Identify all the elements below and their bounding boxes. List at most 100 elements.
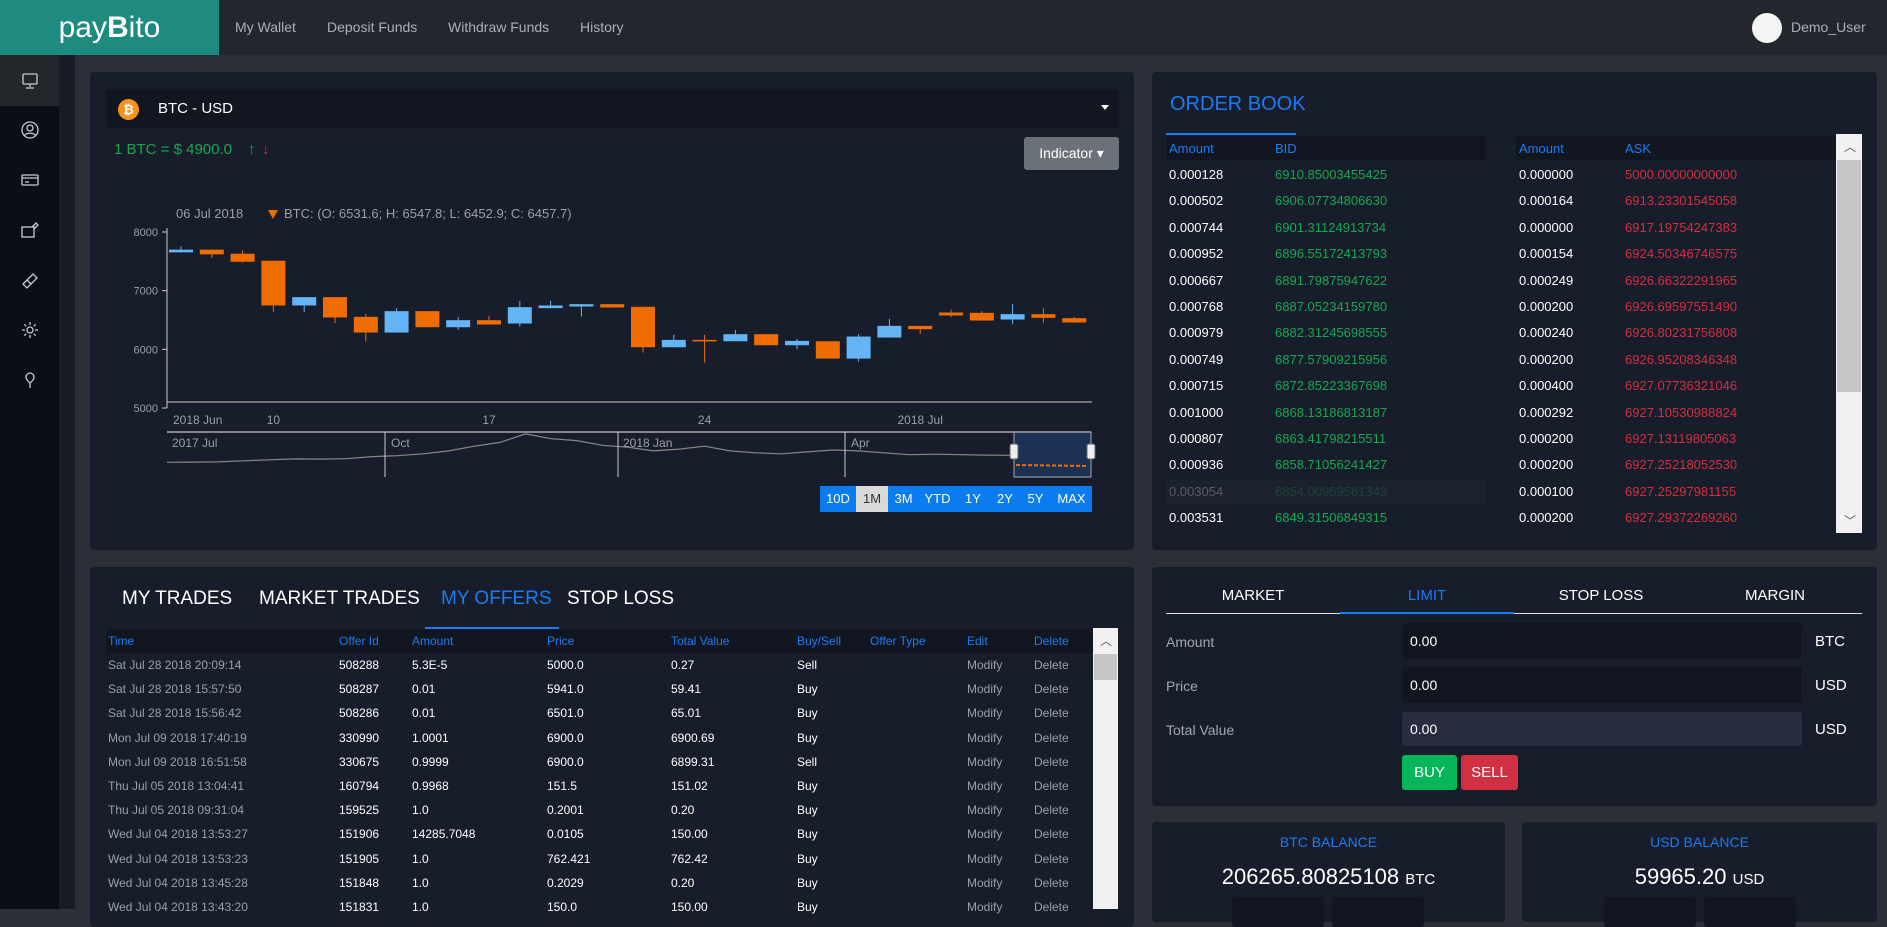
usd-withdraw-button[interactable] [1704,897,1796,927]
bid-price[interactable]: 6858.71056241427 [1275,457,1387,472]
bid-price[interactable]: 6849.31506849315 [1275,510,1387,525]
ask-price[interactable]: 6927.07736321046 [1625,378,1737,393]
bid-price[interactable]: 6877.57909215956 [1275,352,1387,367]
ask-amount[interactable]: 0.000240 [1519,325,1573,340]
range-button-5y[interactable]: 5Y [1020,486,1051,512]
navigator-handle[interactable] [1086,443,1096,460]
ask-amount[interactable]: 0.000400 [1519,378,1573,393]
tab-my-trades[interactable]: MY TRADES [122,588,232,610]
tab-my-offers[interactable]: MY OFFERS [441,588,552,610]
bid-price[interactable]: 6872.85223367698 [1275,378,1387,393]
range-button-2y[interactable]: 2Y [990,486,1020,512]
bid-amount[interactable]: 0.000667 [1169,273,1223,288]
navigator-handle[interactable] [1009,443,1019,460]
ask-price[interactable]: 5000.00000000000 [1625,167,1737,182]
ask-amount[interactable]: 0.000000 [1519,220,1573,235]
sell-button[interactable]: SELL [1461,755,1518,790]
price-input[interactable] [1402,667,1802,703]
bid-amount[interactable]: 0.000807 [1169,431,1223,446]
bid-price[interactable]: 6854.00959561343 [1275,484,1387,499]
ask-price[interactable]: 6927.13119805063 [1625,431,1736,446]
bid-amount[interactable]: 0.003531 [1169,510,1223,525]
ask-price[interactable]: 6924.50346746575 [1625,246,1737,261]
modify-link[interactable]: Modify [967,803,1002,817]
offers-scrollbar[interactable]: ︿ [1093,628,1118,909]
ask-amount[interactable]: 0.000200 [1519,431,1573,446]
bid-amount[interactable]: 0.000936 [1169,457,1223,472]
bid-amount[interactable]: 0.000502 [1169,193,1223,208]
bid-amount[interactable]: 0.000715 [1169,378,1223,393]
tab-margin[interactable]: MARGIN [1688,587,1862,604]
modify-link[interactable]: Modify [967,876,1002,890]
ask-price[interactable]: 6913.23301545058 [1625,193,1737,208]
ask-amount[interactable]: 0.000200 [1519,352,1573,367]
usd-deposit-button[interactable] [1604,897,1696,927]
bid-price[interactable]: 6901.31124913734 [1275,220,1386,235]
delete-link[interactable]: Delete [1034,755,1069,769]
range-button-ytd[interactable]: YTD [919,486,956,512]
btc-withdraw-button[interactable] [1332,897,1424,927]
modify-link[interactable]: Modify [967,658,1002,672]
ask-price[interactable]: 6917.19754247383 [1625,220,1737,235]
bid-amount[interactable]: 0.000128 [1169,167,1223,182]
amount-input[interactable] [1402,623,1802,659]
bid-price[interactable]: 6882.31245698555 [1275,325,1387,340]
modify-link[interactable]: Modify [967,827,1002,841]
range-button-1m[interactable]: 1M [856,486,888,512]
tab-limit[interactable]: LIMIT [1340,587,1514,604]
bid-price[interactable]: 6906.07734806630 [1275,193,1387,208]
scrollbar-thumb[interactable] [1094,654,1117,680]
delete-link[interactable]: Delete [1034,682,1069,696]
ask-amount[interactable]: 0.000154 [1519,246,1573,261]
bid-amount[interactable]: 0.000768 [1169,299,1223,314]
bid-price[interactable]: 6910.85003455425 [1275,167,1387,182]
ask-amount[interactable]: 0.000164 [1519,193,1573,208]
ask-price[interactable]: 6927.25297981155 [1625,484,1736,499]
bid-amount[interactable]: 0.001000 [1169,405,1223,420]
modify-link[interactable]: Modify [967,731,1002,745]
modify-link[interactable]: Modify [967,779,1002,793]
tab-market-trades[interactable]: MARKET TRADES [259,588,420,610]
modify-link[interactable]: Modify [967,706,1002,720]
btc-deposit-button[interactable] [1232,897,1324,927]
delete-link[interactable]: Delete [1034,779,1069,793]
delete-link[interactable]: Delete [1034,706,1069,720]
scroll-up-icon[interactable]: ︿ [1100,632,1112,649]
ask-price[interactable]: 6926.80231756808 [1625,325,1737,340]
ask-amount[interactable]: 0.000000 [1519,167,1573,182]
range-button-10d[interactable]: 10D [820,486,856,512]
bid-amount[interactable]: 0.000749 [1169,352,1223,367]
ask-price[interactable]: 6926.66322291965 [1625,273,1737,288]
ask-price[interactable]: 6927.10530988824 [1625,405,1737,420]
bid-price[interactable]: 6868.13186813187 [1275,405,1387,420]
total-value-input[interactable] [1402,712,1802,746]
tab-stop-loss[interactable]: STOP LOSS [567,588,674,610]
bid-price[interactable]: 6863.41798215511 [1275,431,1386,446]
modify-link[interactable]: Modify [967,682,1002,696]
orderbook-scrollbar[interactable]: ︿ ﹀ [1836,134,1862,533]
ask-amount[interactable]: 0.000200 [1519,510,1573,525]
delete-link[interactable]: Delete [1034,852,1069,866]
delete-link[interactable]: Delete [1034,803,1069,817]
bid-amount[interactable]: 0.003054 [1169,484,1223,499]
bid-amount[interactable]: 0.000979 [1169,325,1223,340]
ask-amount[interactable]: 0.000200 [1519,299,1573,314]
delete-link[interactable]: Delete [1034,876,1069,890]
scrollbar-thumb[interactable] [1837,160,1861,392]
ask-amount[interactable]: 0.000292 [1519,405,1573,420]
bid-amount[interactable]: 0.000744 [1169,220,1223,235]
delete-link[interactable]: Delete [1034,827,1069,841]
tab-stop-loss-order[interactable]: STOP LOSS [1514,587,1688,604]
bid-price[interactable]: 6891.79875947622 [1275,273,1387,288]
ask-amount[interactable]: 0.000100 [1519,484,1573,499]
modify-link[interactable]: Modify [967,852,1002,866]
bid-price[interactable]: 6896.55172413793 [1275,246,1387,261]
ask-price[interactable]: 6926.69597551490 [1625,299,1737,314]
ask-price[interactable]: 6927.29372269260 [1625,510,1737,525]
tab-market[interactable]: MARKET [1166,587,1340,604]
bid-amount[interactable]: 0.000952 [1169,246,1223,261]
buy-button[interactable]: BUY [1402,755,1457,790]
bid-price[interactable]: 6887.05234159780 [1275,299,1387,314]
delete-link[interactable]: Delete [1034,900,1069,914]
ask-price[interactable]: 6927.25218052530 [1625,457,1737,472]
